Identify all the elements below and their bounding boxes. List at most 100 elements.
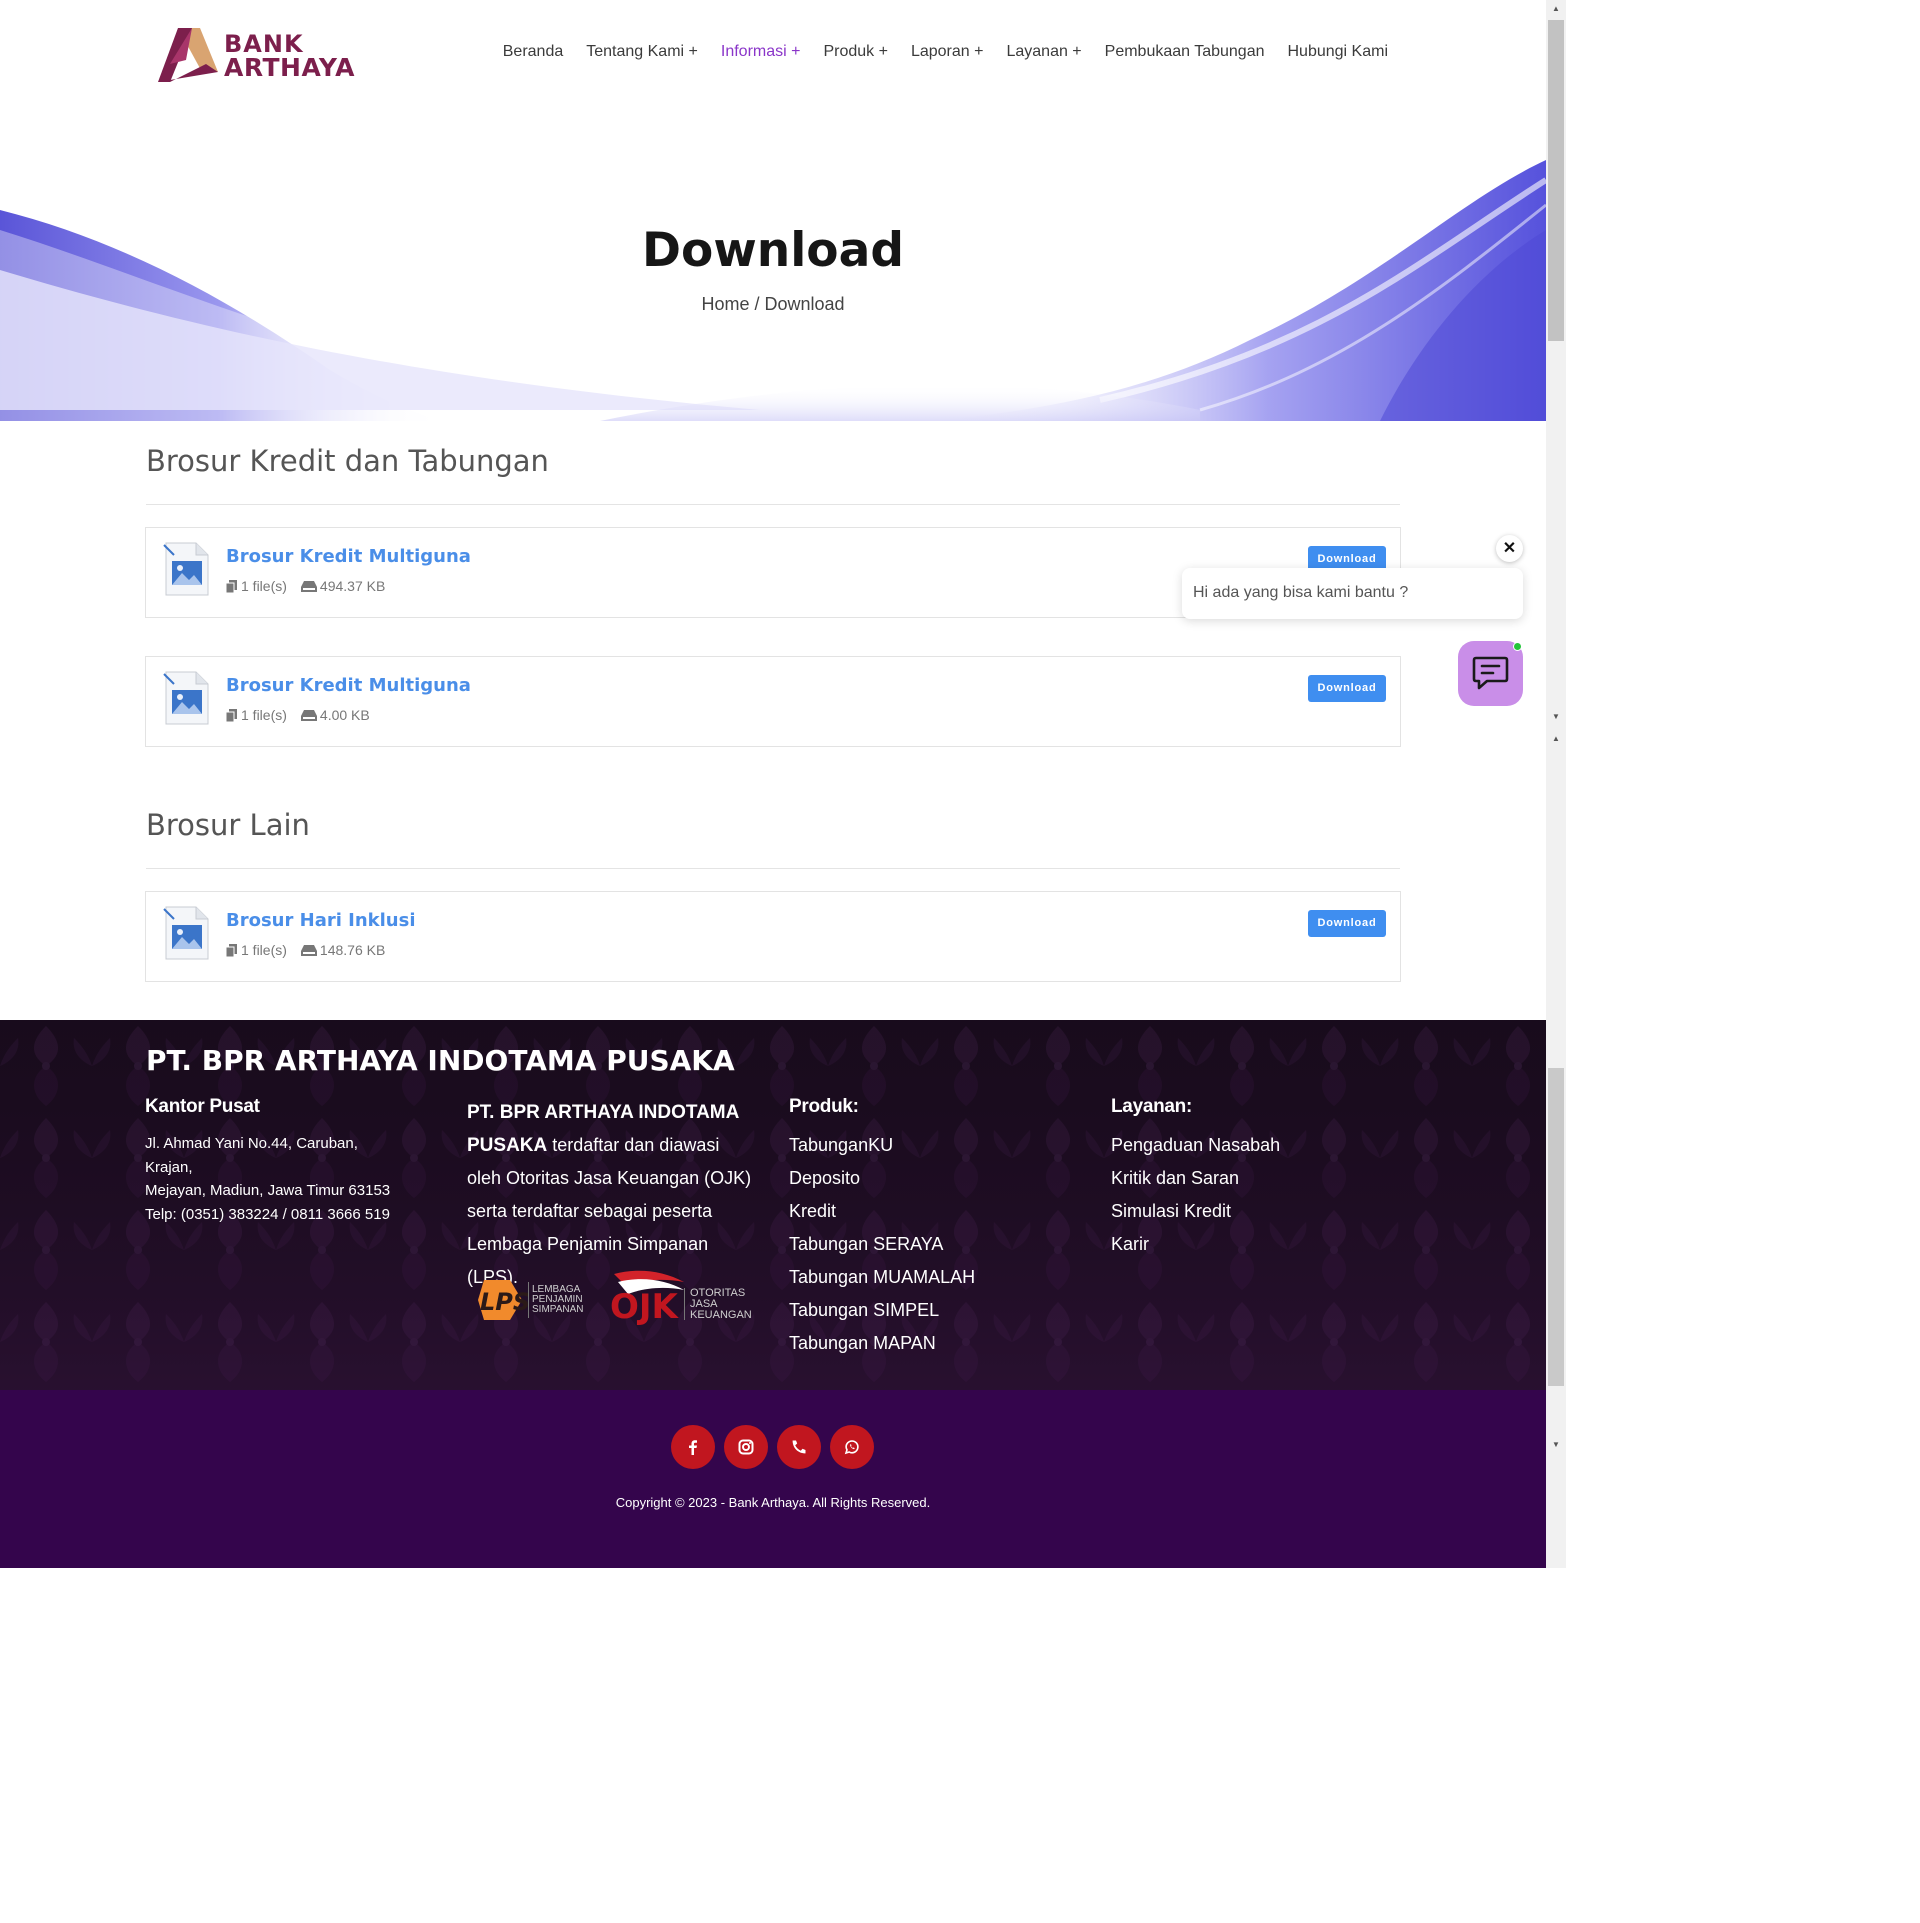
breadcrumb-current: Download [764, 294, 845, 314]
footer-link-tabungan-seraya[interactable]: Tabungan SERAYA [789, 1228, 975, 1261]
files-icon [226, 943, 237, 957]
image-file-icon [163, 542, 209, 596]
file-meta: 1 file(s) 4.00 KB [226, 707, 370, 723]
whatsapp-button[interactable] [830, 1425, 874, 1469]
ojk-logo-text: OJK [610, 1287, 680, 1327]
download-card: Brosur Kredit Multiguna 1 file(s) 4.00 K… [145, 656, 1401, 747]
footer-link-deposito[interactable]: Deposito [789, 1162, 975, 1195]
regulator-logos: LPS OJK LEMBAGA PENJAMIN SIMPANAN OTORIT… [476, 1268, 756, 1330]
footer-link-tabungan-mapan[interactable]: Tabungan MAPAN [789, 1327, 975, 1360]
file-meta: 1 file(s) 148.76 KB [226, 942, 385, 958]
footer-office-column: Kantor Pusat Jl. Ahmad Yani No.44, Carub… [145, 1096, 405, 1226]
nav-layanan[interactable]: Layanan + [1006, 43, 1081, 61]
scroll-down-arrow-icon[interactable]: ▼ [1548, 1438, 1564, 1452]
facebook-button[interactable] [671, 1425, 715, 1469]
scroll-up-arrow-icon[interactable]: ▲ [1548, 2, 1564, 16]
breadcrumb: Home / Download [0, 294, 1546, 315]
section-title-brosur-lain: Brosur Lain [146, 808, 310, 842]
logo-mark-icon [158, 28, 218, 82]
breadcrumb-home-link[interactable]: Home [701, 294, 749, 314]
instagram-icon [738, 1439, 754, 1455]
address-line-1: Jl. Ahmad Yani No.44, Caruban, Krajan, [145, 1135, 358, 1176]
footer-link-pengaduan-nasabah[interactable]: Pengaduan Nasabah [1111, 1129, 1280, 1162]
file-size: 494.37 KB [319, 578, 386, 594]
site-footer: PT. BPR ARTHAYA INDOTAMA PUSAKA Kantor P… [0, 1020, 1546, 1390]
services-heading: Layanan: [1111, 1096, 1193, 1117]
file-size: 4.00 KB [319, 707, 370, 723]
page-hero: Download Home / Download [0, 110, 1546, 421]
download-card: Brosur Hari Inklusi 1 file(s) 148.76 KB … [145, 891, 1401, 982]
file-title-link[interactable]: Brosur Kredit Multiguna [226, 675, 471, 696]
image-file-icon [163, 671, 209, 725]
section-divider [146, 868, 1400, 869]
phone-icon [792, 1440, 806, 1454]
phone-button[interactable] [777, 1425, 821, 1469]
scroll-up-arrow-icon[interactable]: ▲ [1548, 732, 1564, 746]
chat-close-button[interactable]: ✕ [1496, 535, 1523, 562]
file-size: 148.76 KB [319, 942, 386, 958]
footer-company-name: PT. BPR ARTHAYA INDOTAMA PUSAKA [146, 1044, 735, 1077]
nav-beranda[interactable]: Beranda [503, 43, 564, 61]
main-nav: Beranda Tentang Kami + Informasi + Produ… [480, 43, 1388, 61]
nav-produk[interactable]: Produk + [823, 43, 887, 61]
scrollbar-thumb[interactable] [1548, 20, 1564, 341]
nav-laporan[interactable]: Laporan + [911, 43, 984, 61]
scroll-down-arrow-icon[interactable]: ▼ [1548, 710, 1564, 724]
chat-greeting-bubble[interactable]: Hi ada yang bisa kami bantu ? [1182, 568, 1523, 619]
footer-services-column: Layanan: Pengaduan Nasabah Kritik dan Sa… [1111, 1096, 1280, 1261]
nav-informasi[interactable]: Informasi + [721, 43, 801, 61]
footer-link-tabungan-muamalah[interactable]: Tabungan MUAMALAH [789, 1261, 975, 1294]
whatsapp-icon [844, 1440, 859, 1455]
hdd-icon [300, 580, 317, 592]
address-line-2: Mejayan, Madiun, Jawa Timur 63153 [145, 1182, 391, 1199]
image-file-icon [163, 906, 209, 960]
chat-greeting-text: Hi ada yang bisa kami bantu ? [1193, 584, 1409, 601]
file-count: 1 file(s) [241, 707, 287, 723]
scrollbar-thumb[interactable] [1548, 1068, 1564, 1386]
hdd-icon [300, 709, 317, 721]
footer-link-tabunganku[interactable]: TabunganKU [789, 1129, 975, 1162]
lps-label: LEMBAGA PENJAMIN SIMPANAN [532, 1284, 584, 1315]
online-status-dot [1513, 642, 1522, 651]
breadcrumb-separator: / [749, 294, 765, 314]
site-header: BANK ARTHAYA Beranda Tentang Kami + Info… [0, 0, 1546, 110]
download-button[interactable]: Download [1308, 675, 1386, 702]
lps-logo-text: LPS [480, 1288, 530, 1316]
phone-number: Telp: (0351) 383224 / 0811 3666 519 [145, 1205, 390, 1223]
file-count: 1 file(s) [241, 578, 287, 594]
section-divider [146, 504, 1400, 505]
instagram-button[interactable] [724, 1425, 768, 1469]
ojk-statement: terdaftar dan diawasi oleh Otoritas Jasa… [467, 1135, 752, 1287]
hdd-icon [300, 944, 317, 956]
footer-ojk-column: PT. BPR ARTHAYA INDOTAMA PUSAKA terdafta… [467, 1096, 757, 1294]
nav-pembukaan-tabungan[interactable]: Pembukaan Tabungan [1105, 43, 1265, 61]
footer-link-karir[interactable]: Karir [1111, 1228, 1280, 1261]
files-icon [226, 579, 237, 593]
office-heading: Kantor Pusat [145, 1096, 260, 1117]
footer-bottom-bar: Copyright © 2023 - Bank Arthaya. All Rig… [0, 1390, 1546, 1568]
logo-line-2: ARTHAYA [224, 53, 355, 82]
copyright-text: Copyright © 2023 - Bank Arthaya. All Rig… [615, 1495, 931, 1510]
nav-hubungi-kami[interactable]: Hubungi Kami [1288, 43, 1389, 61]
file-count: 1 file(s) [241, 942, 287, 958]
page-title: Download [642, 223, 904, 278]
nav-tentang-kami[interactable]: Tentang Kami + [586, 43, 698, 61]
chat-launcher-button[interactable] [1458, 641, 1523, 706]
bank-arthaya-logo[interactable]: BANK ARTHAYA [156, 24, 358, 86]
footer-link-kritik-saran[interactable]: Kritik dan Saran [1111, 1162, 1280, 1195]
ojk-label: OTORITAS JASA KEUANGAN [690, 1287, 752, 1321]
files-icon [226, 708, 237, 722]
file-title-link[interactable]: Brosur Kredit Multiguna [226, 546, 471, 567]
footer-link-simulasi-kredit[interactable]: Simulasi Kredit [1111, 1195, 1280, 1228]
facebook-icon [689, 1440, 697, 1455]
footer-link-kredit[interactable]: Kredit [789, 1195, 975, 1228]
footer-link-tabungan-simpel[interactable]: Tabungan SIMPEL [789, 1294, 975, 1327]
social-links [671, 1425, 883, 1469]
section-title-kredit-tabungan: Brosur Kredit dan Tabungan [146, 444, 549, 478]
file-meta: 1 file(s) 494.37 KB [226, 578, 385, 594]
chat-icon [1472, 656, 1509, 690]
download-button[interactable]: Download [1308, 910, 1386, 937]
products-heading: Produk: [789, 1096, 859, 1117]
footer-products-column: Produk: TabunganKU Deposito Kredit Tabun… [789, 1096, 975, 1360]
file-title-link[interactable]: Brosur Hari Inklusi [226, 910, 416, 931]
